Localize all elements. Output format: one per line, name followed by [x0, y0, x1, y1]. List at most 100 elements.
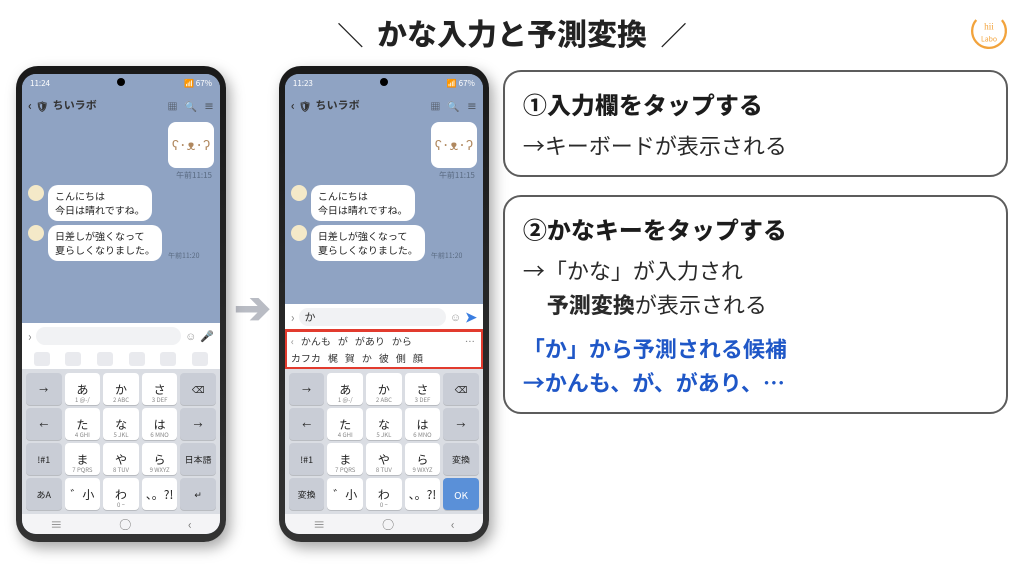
kana-key[interactable]: 、。?! — [405, 478, 441, 510]
candidate[interactable]: 賀 — [345, 350, 355, 365]
home-icon[interactable]: ○ — [119, 516, 131, 533]
step-number: ① — [523, 86, 547, 121]
panel-line: →キーボードが表示される — [523, 129, 988, 161]
candidate[interactable]: 顔 — [413, 350, 423, 365]
kana-key[interactable]: か2 ABC — [366, 373, 402, 405]
android-navbar: ≡ ○ ‹ — [285, 514, 483, 534]
grid-icon[interactable]: ▦ — [168, 98, 178, 113]
recents-icon[interactable]: ≡ — [50, 516, 62, 533]
kana-key[interactable]: ← — [26, 408, 62, 440]
grid-icon[interactable]: ▦ — [430, 98, 440, 113]
status-battery: 📶 67% — [184, 78, 212, 89]
camera-notch-icon — [380, 78, 388, 86]
sticker-time: 午前11:15 — [28, 170, 212, 181]
toolbar-item[interactable] — [129, 352, 145, 366]
message-bubble: 日差しが強くなって 夏らしくなりました。 — [48, 225, 162, 261]
kana-key[interactable]: や8 TUV — [103, 443, 139, 475]
back-nav-icon[interactable]: ‹ — [188, 516, 192, 533]
more-icon[interactable]: … — [465, 333, 477, 348]
prediction-candidates: ‹ かんも が があり から … カフカ 梶 賀 か 彼 側 顔 — [285, 330, 483, 369]
kana-key[interactable]: → — [443, 408, 479, 440]
kana-key[interactable]: ⌫ — [443, 373, 479, 405]
menu-icon[interactable]: ≡ — [204, 98, 214, 113]
phone-after: 11:23 📶 67% ‹ 🛡 ちいラボ ▦ 🔍 ≡ 午前11:15 — [279, 66, 489, 542]
message-row: こんにちは 今日は晴れですね。 — [291, 185, 477, 221]
toolbar-item[interactable] — [34, 352, 50, 366]
message-input[interactable]: か — [299, 308, 446, 326]
kana-key[interactable]: 、。?! — [142, 478, 178, 510]
kana-key[interactable]: ゛小 — [65, 478, 101, 510]
emphasis: 予測変換 — [547, 288, 635, 320]
kana-key[interactable]: あ1 @-/ — [65, 373, 101, 405]
candidate[interactable]: があり — [355, 333, 385, 348]
kana-key[interactable]: か2 ABC — [103, 373, 139, 405]
shield-icon: 🛡 — [36, 98, 49, 113]
kana-key[interactable]: 変換 — [443, 443, 479, 475]
kana-key[interactable]: !#1 — [26, 443, 62, 475]
kana-key[interactable]: な5 JKL — [103, 408, 139, 440]
kana-key[interactable]: は6 MNO — [142, 408, 178, 440]
candidate[interactable]: から — [392, 333, 412, 348]
candidate[interactable]: 彼 — [379, 350, 389, 365]
kana-key[interactable]: や8 TUV — [366, 443, 402, 475]
back-icon[interactable]: ‹ — [28, 97, 32, 114]
kana-key[interactable]: さ3 DEF — [142, 373, 178, 405]
toolbar-item[interactable] — [160, 352, 176, 366]
kana-key[interactable]: ま7 PQRS — [327, 443, 363, 475]
kana-key[interactable]: わ0 ~ — [366, 478, 402, 510]
kana-key[interactable]: ら9 WXYZ — [405, 443, 441, 475]
candidate[interactable]: が — [338, 333, 348, 348]
kana-key[interactable]: ら9 WXYZ — [142, 443, 178, 475]
message-input[interactable] — [36, 327, 181, 345]
candidate[interactable]: かんも — [301, 333, 331, 348]
chat-input-bar: › ☺ 🎤 — [22, 323, 220, 349]
toolbar-item[interactable] — [97, 352, 113, 366]
home-icon[interactable]: ○ — [382, 516, 394, 533]
kana-key[interactable]: は6 MNO — [405, 408, 441, 440]
kana-key[interactable]: ← — [289, 408, 325, 440]
kana-key[interactable]: 日本語 — [180, 443, 216, 475]
kana-key[interactable]: ま7 PQRS — [65, 443, 101, 475]
prediction-row: ‹ かんも が があり から … — [289, 333, 479, 348]
toolbar-item[interactable] — [192, 352, 208, 366]
candidate[interactable]: か — [362, 350, 372, 365]
candidate[interactable]: 側 — [396, 350, 406, 365]
chat-title: ちいラボ — [315, 97, 423, 113]
kana-key[interactable]: ゛小 — [327, 478, 363, 510]
menu-icon[interactable]: ≡ — [467, 98, 477, 113]
chat-body: 午前11:15 こんにちは 今日は晴れですね。 日差しが強くなって 夏らしくなり… — [22, 118, 220, 323]
kana-key[interactable]: → — [289, 373, 325, 405]
kana-key[interactable]: あA — [26, 478, 62, 510]
kana-key[interactable]: ⌫ — [180, 373, 216, 405]
kana-key[interactable]: ↵ — [180, 478, 216, 510]
kana-key[interactable]: !#1 — [289, 443, 325, 475]
kana-key[interactable]: OK — [443, 478, 479, 510]
kana-key[interactable]: 変換 — [289, 478, 325, 510]
expand-icon[interactable]: › — [291, 309, 295, 326]
back-nav-icon[interactable]: ‹ — [451, 516, 455, 533]
avatar-icon — [291, 225, 307, 241]
panel-note: 「か」から予測される候補 — [523, 332, 988, 364]
search-icon[interactable]: 🔍 — [185, 98, 197, 113]
emoji-icon[interactable]: ☺ — [450, 309, 461, 325]
kana-key[interactable]: わ0 ~ — [103, 478, 139, 510]
candidate[interactable]: 梶 — [328, 350, 338, 365]
kana-key[interactable]: た4 GHI — [65, 408, 101, 440]
emoji-icon[interactable]: ☺ — [185, 328, 196, 344]
kana-key[interactable]: → — [180, 408, 216, 440]
kana-key[interactable]: → — [26, 373, 62, 405]
send-icon[interactable]: ➤ — [465, 307, 477, 327]
search-icon[interactable]: 🔍 — [447, 98, 459, 113]
recents-icon[interactable]: ≡ — [313, 516, 325, 533]
kana-key[interactable]: さ3 DEF — [405, 373, 441, 405]
kana-key[interactable]: な5 JKL — [366, 408, 402, 440]
candidate[interactable]: カフカ — [291, 350, 321, 365]
chevron-left-icon[interactable]: ‹ — [291, 333, 294, 348]
expand-icon[interactable]: › — [28, 328, 32, 345]
kana-key[interactable]: た4 GHI — [327, 408, 363, 440]
toolbar-item[interactable] — [65, 352, 81, 366]
brand-logo: hii Labo — [966, 8, 1012, 54]
kana-key[interactable]: あ1 @-/ — [327, 373, 363, 405]
back-icon[interactable]: ‹ — [291, 97, 295, 114]
mic-icon[interactable]: 🎤 — [200, 328, 214, 344]
